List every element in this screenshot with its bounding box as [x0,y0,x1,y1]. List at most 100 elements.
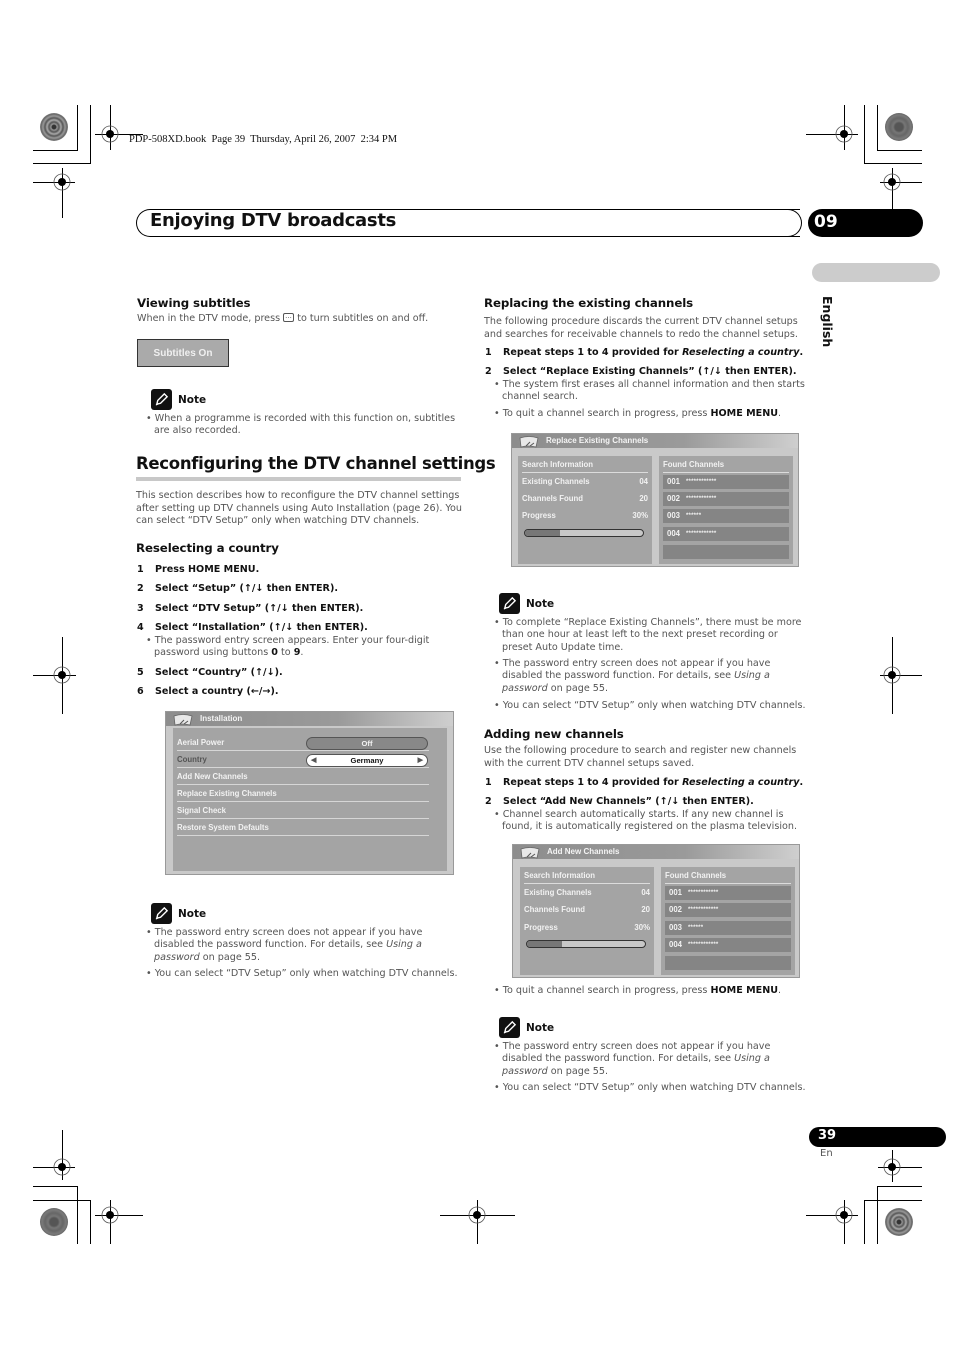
heading-rule [136,477,461,481]
tv-installation-icon [520,847,540,859]
channel-name: ************ [686,479,717,485]
text: on page 55. [199,951,261,963]
channel-row: 002 ************ [663,492,789,506]
found-channels-header: Found Channels [663,456,789,473]
row-label: Add New Channels [177,772,248,781]
step-number: 2 [485,366,492,377]
pencil-icon [499,1017,520,1038]
menu-row-signal-check[interactable]: Signal Check [177,802,429,819]
text: You can select “DTV Setup” only when wat… [502,1082,806,1093]
menu-row-restore-system-defaults[interactable]: Restore System Defaults [177,819,429,836]
step-bullet: • Channel search automatically starts. I… [494,809,798,833]
screen-title: Add New Channels [547,847,620,856]
step-1: 1 Repeat steps 1 to 4 provided for Resele… [485,347,803,359]
text: to [277,647,294,659]
arrow-left-icon[interactable]: ◀ [311,755,316,766]
aerial-power-value[interactable]: Off [306,737,428,750]
note-bullet: • The password entry screen does not app… [146,927,423,963]
pencil-icon [151,903,172,924]
text: You can select “DTV Setup” only when wat… [502,700,806,711]
page-number: 39 [809,1127,946,1147]
adding-heading: Adding new channels [484,727,624,741]
crop-line [877,150,922,151]
crop-line [95,1215,143,1216]
crop-line [877,1186,922,1187]
step-text: Repeat steps 1 to 4 provided for [503,347,683,358]
label: Progress [524,923,558,932]
crop-line [806,134,858,135]
crop-line [877,1186,878,1244]
crop-line [33,675,76,676]
menu-row-replace-existing-channels[interactable]: Replace Existing Channels [177,785,429,802]
crop-line [880,675,922,676]
channel-row: 002 ************ [665,903,791,917]
screen-title: Replace Existing Channels [546,436,649,445]
label: Progress [522,511,556,520]
channel-number: 001 [667,477,681,486]
value: 30% [634,923,650,932]
step-2: 2 Select “Setup” (↑/↓ then ENTER). [137,583,338,595]
step-text: Select “DTV Setup” (↑/↓ then ENTER). [155,603,364,614]
text: The system first erases all channel info… [502,379,805,403]
reselecting-heading: Reselecting a country [136,541,279,555]
installation-screen: Installation Aerial Power Off Country ◀ … [165,711,454,875]
progress-row: Progress 30% [524,919,650,936]
value: 20 [639,494,648,503]
crop-line [90,1200,91,1244]
registration-disc [40,1208,68,1236]
crop-line [844,105,845,150]
text: The password entry screen does not appea… [502,1041,771,1065]
note-bullet: • You can select “DTV Setup” only when w… [494,700,806,711]
channels-found-row: Channels Found 20 [522,490,648,507]
channel-name: ************ [686,531,717,537]
crop-line [33,1167,75,1168]
progress-fill [525,530,561,536]
replacing-intro: The following procedure discards the cur… [484,316,798,340]
text: on page 55. [547,682,609,694]
step-text: Select “Installation” (↑/↓ then ENTER). [155,622,368,633]
step-text: Select “Replace Existing Channels” (↑/↓ … [503,366,797,377]
crop-line [33,182,75,183]
note-label: Note [178,393,207,406]
crop-line [62,168,63,218]
text: The password entry screen does not appea… [154,927,423,951]
tv-installation-icon [173,714,193,726]
arrow-right-icon[interactable]: ▶ [418,755,423,766]
country-selector[interactable]: ◀ Germany ▶ [306,754,428,767]
existing-channels-row: Existing Channels 04 [522,473,648,490]
crop-line [440,1215,515,1216]
found-channels-panel: Found Channels 001 ************ 002 ******… [659,456,793,564]
reconfiguring-intro: This section describes how to reconfigur… [136,490,462,527]
crop-line [33,1186,78,1187]
step-number: 6 [137,686,144,697]
text: When a programme is recorded with this f… [154,413,456,437]
value: 20 [641,905,650,914]
menu-row-add-new-channels[interactable]: Add New Channels [177,768,429,785]
book-header: PDP-508XD.book Page 39 Thursday, April 2… [129,134,398,145]
text: on page 55. [547,1065,609,1077]
section-heading: Reconfiguring the DTV channel settings [136,454,496,473]
note-header: Note [499,1017,554,1038]
text: To quit a channel search in progress, pr… [502,408,711,419]
row-label: Aerial Power [177,738,225,747]
found-channels-header: Found Channels [665,867,791,884]
channel-name: ************ [688,942,719,948]
step-text: Repeat steps 1 to 4 provided for [503,777,683,788]
text: . [778,985,782,996]
note-bullet: • The password entry screen does not app… [494,658,771,694]
crop-line [806,1215,858,1216]
label: Existing Channels [524,888,592,897]
text: To complete “Replace Existing Channels”,… [502,617,802,653]
channel-number: 002 [669,905,683,914]
channel-row: 001 ************ [663,475,789,489]
found-channels-panel: Found Channels 001 ************ 002 ******… [661,867,795,975]
registration-disc [885,1208,913,1236]
note-bullet: • The password entry screen does not app… [494,1041,771,1077]
text: 0 [271,647,278,659]
note-label: Note [526,1021,555,1034]
screen-title: Installation [200,714,243,723]
step-number: 4 [137,622,144,633]
channel-row-empty [663,545,789,559]
text: HOME MENU [710,408,779,419]
note-header: Note [151,389,206,410]
